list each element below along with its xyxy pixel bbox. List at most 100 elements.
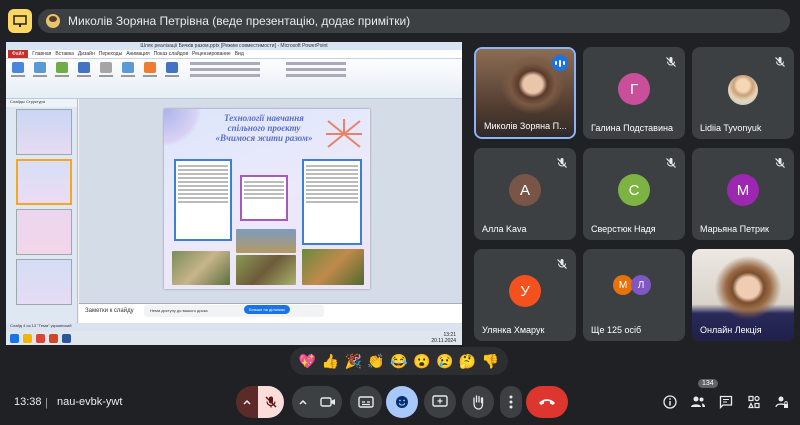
drive-notice: Нема доступу до вашого диска — [144, 305, 324, 317]
present-screen-icon — [432, 395, 448, 407]
leave-call-button[interactable] — [526, 386, 568, 418]
captions-icon — [358, 396, 374, 408]
mic-off-icon — [666, 158, 676, 168]
participant-name: Алла Kava — [482, 224, 527, 234]
ribbon-checkboxes[interactable] — [190, 62, 260, 95]
camera-options-button[interactable] — [292, 386, 314, 418]
lock-person-icon — [775, 396, 788, 408]
slide-title-line: спільного проєкту — [227, 123, 301, 133]
mic-off-icon — [775, 158, 785, 168]
pane-tabs[interactable]: Слайды Структура — [6, 99, 77, 107]
ppt-tab[interactable]: Показ слайдов — [154, 51, 188, 57]
ppt-tab[interactable]: Анимация — [126, 51, 149, 57]
ppt-tab[interactable]: Вставка — [55, 51, 74, 57]
reaction-clap[interactable]: 👏 — [367, 354, 384, 368]
participant-tile[interactable]: М Марьяна Петрик — [692, 148, 794, 240]
ppt-tab[interactable]: Дизайн — [78, 51, 95, 57]
bottom-separator: | — [45, 397, 48, 409]
participant-tile[interactable]: Онлайн Лекція — [692, 249, 794, 341]
participant-tile[interactable]: М Л Ще 125 осіб — [583, 249, 685, 341]
camera-icon — [320, 397, 335, 407]
reaction-surprised[interactable]: 😮 — [413, 354, 430, 368]
ppt-tab[interactable]: Переходы — [99, 51, 122, 57]
emoji-button[interactable] — [386, 386, 418, 418]
slide-thumbnail[interactable] — [16, 109, 72, 155]
ribbon-button[interactable] — [142, 62, 158, 82]
taskbar-folder-icon[interactable] — [23, 333, 32, 343]
ribbon-button[interactable] — [54, 62, 70, 82]
drive-button[interactable]: Більше на ділянках — [244, 305, 291, 314]
more-options-button[interactable] — [500, 386, 522, 418]
slide-thumbnail[interactable] — [16, 259, 72, 305]
participant-tile[interactable]: У Улянка Хмарук — [474, 249, 576, 341]
reaction-sad[interactable]: 😢 — [436, 354, 453, 368]
captions-button[interactable] — [350, 386, 382, 418]
present-screen-button[interactable] — [424, 386, 456, 418]
slide-photo — [172, 251, 230, 285]
chat-button[interactable] — [718, 394, 734, 410]
ppt-file-tab[interactable]: Файл — [8, 50, 29, 58]
slide-title-line: «Вчимося жити разом» — [215, 133, 313, 143]
presenter-bar: Миколів Зоряна Петрівна (веде презентаці… — [0, 0, 800, 42]
ppt-tab[interactable]: Вид — [235, 51, 244, 57]
mic-off-icon — [265, 396, 277, 408]
presentation-icon[interactable] — [8, 9, 32, 33]
ribbon-button[interactable] — [10, 62, 26, 82]
slide-thumbnail[interactable] — [16, 209, 72, 255]
mic-muted-indicator — [556, 156, 568, 168]
chat-icon — [719, 395, 733, 409]
reaction-laugh[interactable]: 😂 — [390, 354, 407, 368]
ppt-window-title: Шлях реалізації Бичків разом.pptx [Режим… — [6, 42, 462, 50]
participant-avatar — [728, 75, 758, 105]
mic-off-icon — [775, 57, 785, 67]
participant-name: Марьяна Петрик — [700, 224, 769, 234]
leaf-decoration-icon — [326, 119, 362, 148]
reaction-thumbs-up[interactable]: 👍 — [322, 354, 339, 368]
participant-tile[interactable]: С Сверстюк Надя — [583, 148, 685, 240]
participant-avatar: С — [618, 174, 650, 206]
reaction-thinking[interactable]: 🤔 — [459, 354, 476, 368]
ribbon-button[interactable] — [76, 62, 92, 82]
ribbon-button[interactable] — [164, 62, 180, 82]
taskbar-app-icon[interactable] — [36, 333, 45, 343]
more-participants-avatars: МЛ — [613, 275, 651, 295]
reaction-heart[interactable]: 💖 — [299, 354, 316, 368]
windows-start-icon[interactable] — [10, 333, 19, 343]
ppt-tab[interactable]: Рецензирование — [192, 51, 231, 57]
participant-avatar: А — [509, 174, 541, 206]
participant-tile[interactable]: А Алла Kava — [474, 148, 576, 240]
activities-button[interactable] — [746, 394, 762, 410]
participant-name: Улянка Хмарук — [482, 325, 545, 335]
ribbon-button[interactable] — [98, 62, 114, 82]
info-icon — [663, 395, 677, 409]
participant-tile[interactable]: Г Галина Подставина — [583, 47, 685, 139]
clock-date: 20.11.2024 — [431, 338, 456, 344]
meeting-code: nau-evbk-ywt — [57, 396, 123, 408]
slide-thumbnail-selected[interactable] — [16, 159, 72, 205]
current-slide: Технології навчання спільного проєкту «В… — [164, 109, 370, 289]
ribbon-button[interactable] — [120, 62, 136, 82]
ppt-tab[interactable]: Главная — [32, 51, 51, 57]
mic-toggle-button[interactable] — [258, 386, 284, 418]
host-controls-button[interactable] — [774, 394, 790, 410]
taskbar-word-icon[interactable] — [62, 333, 71, 343]
people-button[interactable] — [690, 394, 706, 410]
taskbar-powerpoint-icon[interactable] — [49, 333, 58, 343]
reaction-party[interactable]: 🎉 — [344, 354, 361, 368]
slides-pane: Слайды Структура — [6, 99, 78, 323]
participant-tile[interactable]: Миколів Зоряна П... — [474, 47, 576, 139]
participant-name: Lidiia Tyvonyuk — [700, 123, 762, 133]
participant-tile[interactable]: Lidiia Tyvonyuk — [692, 47, 794, 139]
shared-screen[interactable]: Шлях реалізації Бичків разом.pptx [Режим… — [6, 42, 462, 345]
ribbon-options[interactable] — [286, 62, 346, 95]
end-call-icon — [539, 399, 555, 405]
mic-muted-indicator — [665, 156, 677, 168]
raise-hand-button[interactable] — [462, 386, 494, 418]
camera-toggle-button[interactable] — [314, 386, 342, 418]
ribbon-button[interactable] — [32, 62, 48, 82]
mic-options-button[interactable] — [236, 386, 258, 418]
participant-avatar: М — [727, 174, 759, 206]
meeting-info-button[interactable] — [662, 394, 678, 410]
reaction-thumbs-down[interactable]: 👎 — [482, 354, 499, 368]
slide-photo — [236, 255, 296, 285]
